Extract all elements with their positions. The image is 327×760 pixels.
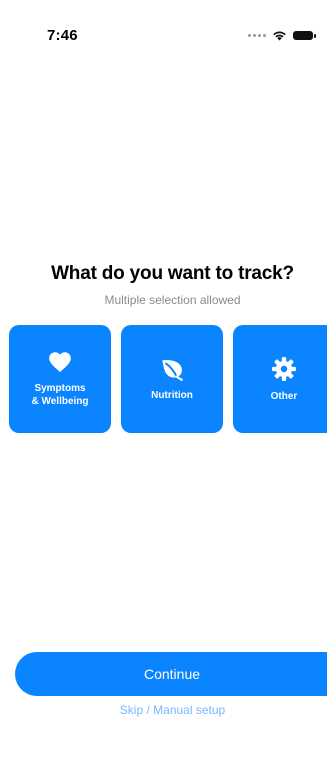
- battery-icon: [293, 30, 316, 40]
- status-icons: [248, 28, 316, 42]
- gear-icon: [272, 357, 296, 381]
- leaf-icon: [162, 359, 183, 381]
- status-bar: 7:46: [0, 0, 327, 64]
- option-label-line: Symptoms: [34, 383, 86, 394]
- option-label-line: Other: [270, 391, 298, 402]
- option-label-line: Nutrition: [151, 390, 193, 401]
- continue-button-label: Continue: [143, 666, 201, 682]
- option-card-symptoms[interactable]: Symptoms & Wellbeing: [9, 325, 111, 433]
- wifi-icon: [273, 31, 286, 40]
- option-label: Other: [238, 390, 327, 403]
- signal-dots-icon: [248, 33, 266, 37]
- status-time: 7:46: [47, 27, 78, 44]
- skip-manual-setup-link[interactable]: Skip / Manual setup: [0, 703, 327, 717]
- continue-button[interactable]: Continue: [15, 652, 327, 696]
- option-card-other[interactable]: Other: [233, 325, 327, 433]
- option-label: Nutrition: [121, 389, 223, 402]
- heart-icon: [49, 352, 71, 373]
- option-label: Symptoms & Wellbeing: [9, 382, 111, 408]
- page-title: What do you want to track?: [51, 263, 294, 284]
- page-subtitle: Multiple selection allowed: [104, 293, 241, 307]
- option-card-nutrition[interactable]: Nutrition: [121, 325, 223, 433]
- option-label-line: & Wellbeing: [31, 396, 89, 407]
